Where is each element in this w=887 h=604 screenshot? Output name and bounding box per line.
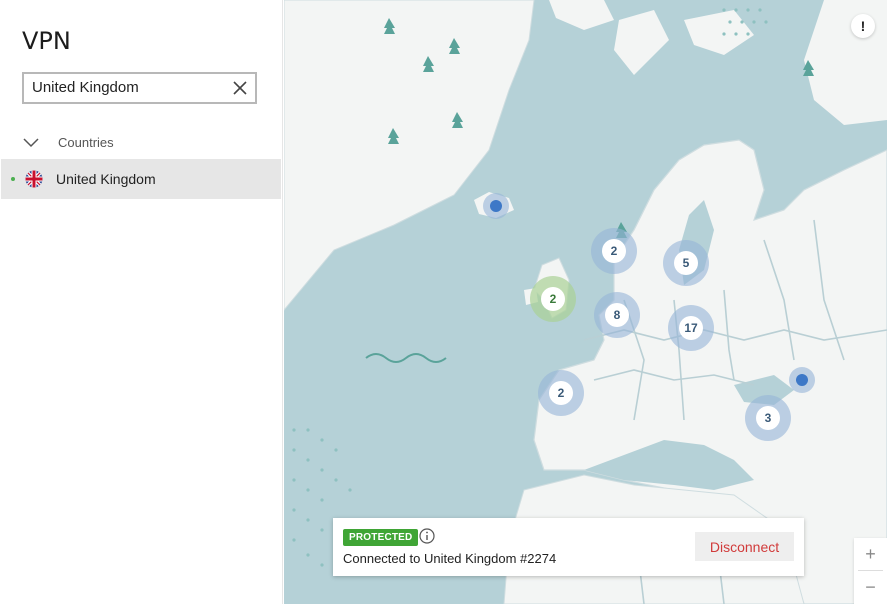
server-cluster-uk[interactable]: 2: [541, 287, 565, 311]
sidebar-item-label: United Kingdom: [56, 171, 156, 187]
server-cluster-central-europe[interactable]: 17: [679, 316, 703, 340]
section-label: Countries: [58, 134, 114, 150]
server-pin-iceland[interactable]: [490, 200, 502, 212]
zoom-out-button[interactable]: −: [854, 571, 887, 603]
alert-icon[interactable]: !: [851, 14, 875, 38]
protected-badge: PROTECTED: [343, 529, 419, 546]
server-pin-georgia[interactable]: [796, 374, 808, 386]
disconnect-button[interactable]: Disconnect: [695, 532, 794, 561]
app-title: VPN: [22, 27, 71, 55]
info-icon[interactable]: [419, 528, 435, 544]
zoom-controls: + −: [854, 538, 887, 604]
server-cluster-norway[interactable]: 2: [602, 239, 626, 263]
map-land: [284, 0, 887, 604]
countries-section-header[interactable]: Countries: [22, 131, 114, 153]
server-cluster-benelux[interactable]: 8: [605, 303, 629, 327]
server-cluster-sweden[interactable]: 5: [674, 251, 698, 275]
search-input[interactable]: [32, 74, 222, 102]
uk-flag-icon: [25, 170, 43, 188]
server-cluster-iberia[interactable]: 2: [549, 381, 573, 405]
connection-status-panel: PROTECTED Connected to United Kingdom #2…: [333, 518, 804, 576]
sidebar: VPN Countries: [0, 0, 283, 604]
connected-status-dot: [11, 177, 15, 181]
search-box[interactable]: [22, 72, 257, 104]
world-map[interactable]: 2 2 5 8 17 2 3 !: [284, 0, 887, 604]
connection-status-text: Connected to United Kingdom #2274: [343, 551, 557, 566]
chevron-down-icon: [23, 138, 39, 148]
sidebar-item-united-kingdom[interactable]: United Kingdom: [1, 159, 281, 199]
close-icon[interactable]: [231, 79, 249, 97]
server-cluster-turkey[interactable]: 3: [756, 406, 780, 430]
zoom-in-button[interactable]: +: [854, 538, 887, 570]
